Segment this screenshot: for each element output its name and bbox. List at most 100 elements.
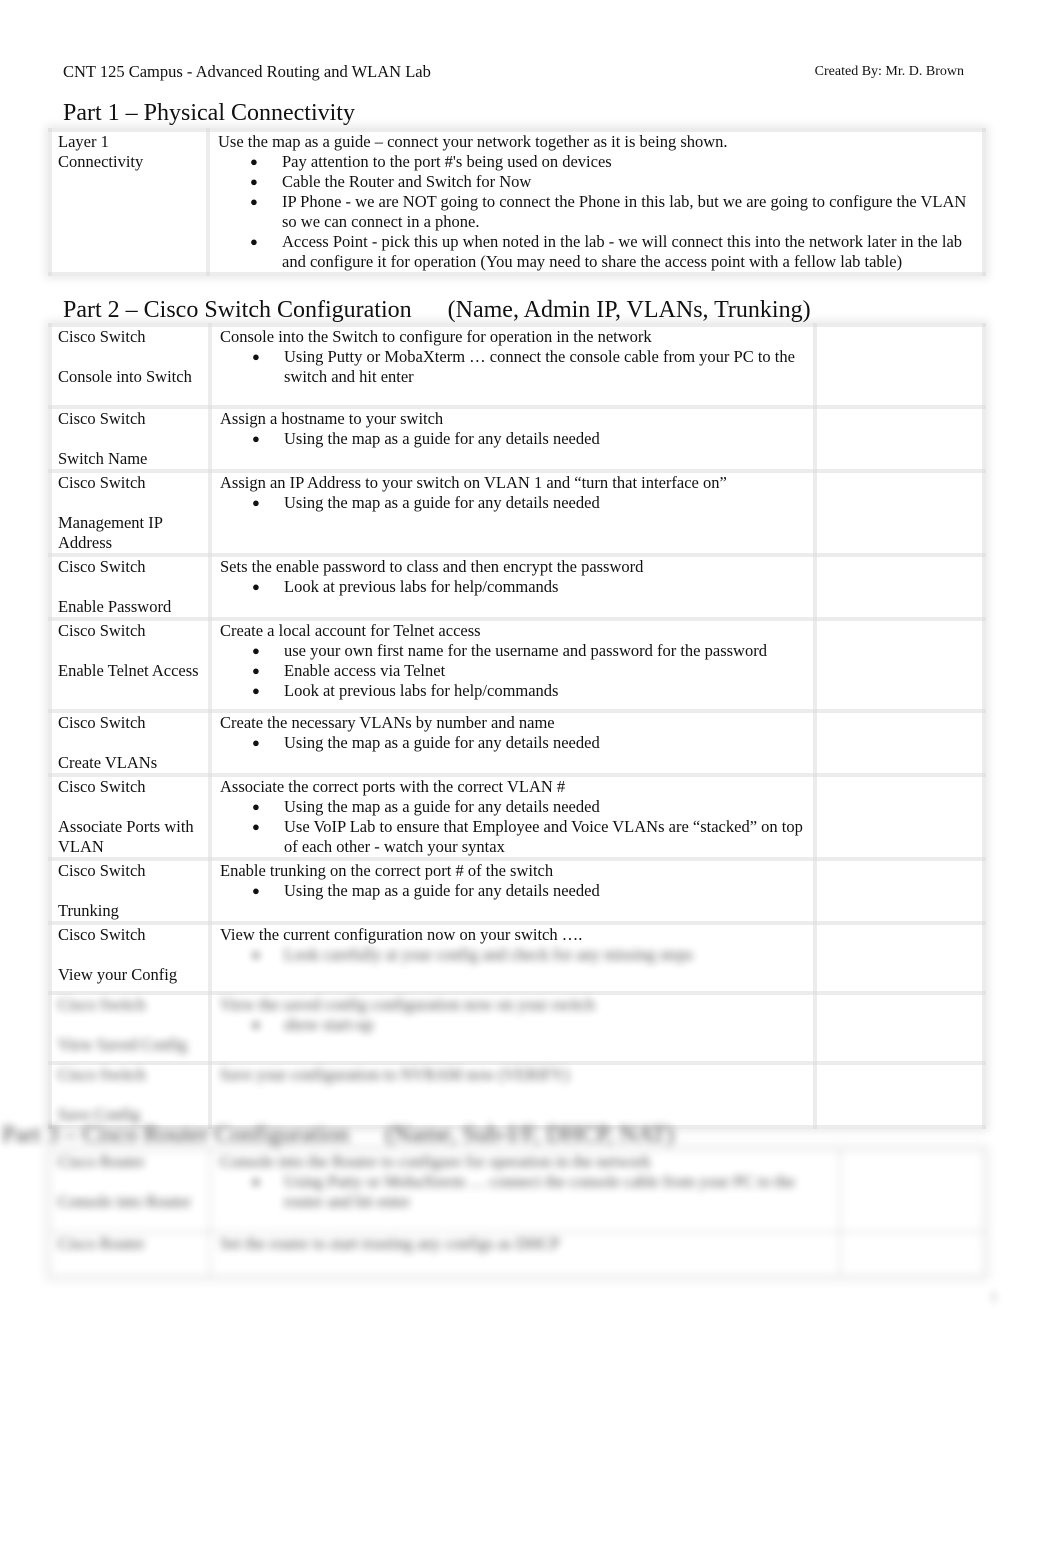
table-row: Cisco Switch Management IP Address Assign …	[48, 469, 986, 557]
row-description: Assign a hostname to your switch	[220, 409, 444, 428]
row-label-cell: Cisco Switch Create VLANs	[48, 709, 212, 777]
row-device-label: Cisco Switch	[58, 995, 146, 1014]
row-description: Save your configuration to NVRAM now (VE…	[220, 1065, 570, 1084]
row-device-label: Cisco Switch	[58, 473, 146, 492]
row-device-label: Cisco Switch	[58, 925, 146, 944]
row-description: Create the necessary VLANs by number and…	[220, 713, 555, 732]
row-notes-cell	[813, 617, 986, 713]
row-notes-cell	[813, 553, 986, 621]
table-row: Cisco Switch Console into Switch Console …	[48, 323, 986, 409]
row-description: Enable trunking on the correct port # of…	[220, 861, 554, 880]
part3-table: Cisco Router Console into Router Console …	[48, 1148, 986, 1278]
table-row: Cisco Switch Associate Ports with VLAN Ass…	[48, 773, 986, 861]
row-notes-cell	[838, 1148, 986, 1234]
row-notes-cell	[813, 773, 986, 861]
bullet-item: IP Phone - we are NOT going to connect t…	[250, 192, 982, 232]
row-task-label: Switch Name	[58, 449, 148, 468]
row-content-cell: View the saved config configuration now …	[208, 991, 817, 1065]
table-row: Cisco Switch Enable Password Sets the enab…	[48, 553, 986, 621]
row-device-label: Cisco Switch	[58, 409, 146, 428]
bullet-item: Look at previous labs for help/commands	[252, 577, 813, 597]
row-label-cell: Cisco Router Console into Router	[48, 1148, 212, 1234]
row-content-cell: Set the router to start trusting any con…	[208, 1230, 842, 1278]
bullet-list: Using Putty or MobaXterm … connect the c…	[212, 347, 813, 387]
row-label: Layer 1	[58, 132, 109, 151]
row-device-label: Cisco Switch	[58, 861, 146, 880]
row-notes-cell	[813, 709, 986, 777]
part3-title: Part 3 – Cisco Router Configuration (Nam…	[2, 1122, 675, 1148]
table-row: Cisco Switch View Saved Config View the sa…	[48, 991, 986, 1065]
row-label-cell: Cisco Router	[48, 1230, 212, 1278]
row-device-label: Cisco Router	[58, 1234, 145, 1253]
row-device-label: Cisco Switch	[58, 777, 146, 796]
bullet-item: Pay attention to the port #'s being used…	[250, 152, 982, 172]
table-row: Layer 1 Connectivity Use the map as a gu…	[48, 128, 986, 276]
bullet-item: Using Putty or MobaXterm … connect the c…	[252, 347, 813, 387]
row-device-label: Cisco Switch	[58, 327, 146, 346]
row-content-cell: Assign an IP Address to your switch on V…	[208, 469, 817, 557]
bullet-list: use your own first name for the username…	[212, 641, 813, 701]
table-row: Cisco Switch Switch Name Assign a hostname…	[48, 405, 986, 473]
row-task-label: Console into Router	[58, 1192, 191, 1211]
row-task-label: Console into Switch	[58, 367, 192, 386]
table-row: Cisco Switch View your Config View the cur…	[48, 921, 986, 995]
row-description: Create a local account for Telnet access	[220, 621, 481, 640]
bullet-item: Using the map as a guide for any details…	[252, 733, 813, 753]
bullet-list: Look at previous labs for help/commands	[212, 577, 813, 597]
row-notes-cell	[813, 323, 986, 409]
row-content-cell: Sets the enable password to class and th…	[208, 553, 817, 621]
bullet-item: Access Point - pick this up when noted i…	[250, 232, 982, 272]
row-task-label: Create VLANs	[58, 753, 158, 772]
bullet-item: Using the map as a guide for any details…	[252, 797, 813, 817]
row-content-cell: Enable trunking on the correct port # of…	[208, 857, 817, 925]
row-notes-cell	[838, 1230, 986, 1278]
bullet-list: Using Putty or MobaXterm … connect the c…	[212, 1172, 838, 1212]
row-description: Assign an IP Address to your switch on V…	[220, 473, 727, 492]
table-row: Cisco Switch Save Config Save your configu…	[48, 1061, 986, 1129]
bullet-item: show start-up	[252, 1015, 813, 1035]
row-label-cell: Layer 1 Connectivity	[48, 128, 210, 276]
bullet-list: Using the map as a guide for any details…	[212, 733, 813, 753]
bullet-item: Using Putty or MobaXterm … connect the c…	[252, 1172, 838, 1212]
row-content-cell: Save your configuration to NVRAM now (VE…	[208, 1061, 817, 1129]
row-task-label: Enable Telnet Access	[58, 661, 199, 680]
row-task-label: View your Config	[58, 965, 178, 984]
bullet-item: Using the map as a guide for any details…	[252, 493, 813, 513]
table-row: Cisco Router Set the router to start trus…	[48, 1230, 986, 1278]
row-notes-cell	[813, 991, 986, 1065]
row-description: View the saved config configuration now …	[220, 995, 595, 1014]
bullet-list: show start-up	[212, 1015, 813, 1035]
row-task-label: Associate Ports with VLAN	[58, 817, 194, 856]
row-content-cell: Create a local account for Telnet access…	[208, 617, 817, 713]
row-label-cell: Cisco Switch Enable Password	[48, 553, 212, 621]
part1-title: Part 1 – Physical Connectivity	[63, 100, 355, 126]
row-label-cell: Cisco Switch Associate Ports with VLAN	[48, 773, 212, 861]
row-notes-cell	[813, 857, 986, 925]
row-device-label: Cisco Switch	[58, 1065, 146, 1084]
bullet-list: Look carefully at your config and check …	[212, 945, 813, 965]
row-label-cell: Cisco Switch Trunking	[48, 857, 212, 925]
bullet-item: Cable the Router and Switch for Now	[250, 172, 982, 192]
row-description: View the current configuration now on yo…	[220, 925, 583, 944]
part2-title: Part 2 – Cisco Switch Configuration (Nam…	[63, 297, 811, 323]
row-task-label: Trunking	[58, 901, 119, 920]
row-content-cell: View the current configuration now on yo…	[208, 921, 817, 995]
bullet-list: Pay attention to the port #'s being used…	[210, 152, 982, 272]
row-description: Set the router to start trusting any con…	[220, 1234, 560, 1253]
bullet-list: Using the map as a guide for any details…	[212, 493, 813, 513]
row-notes-cell	[813, 469, 986, 557]
row-label-cell: Cisco Switch Console into Switch	[48, 323, 212, 409]
row-task-label: View Saved Config	[58, 1035, 188, 1054]
row-content-cell: Associate the correct ports with the cor…	[208, 773, 817, 861]
row-content-cell: Create the necessary VLANs by number and…	[208, 709, 817, 777]
row-label-cell: Cisco Switch Switch Name	[48, 405, 212, 473]
part1-table: Layer 1 Connectivity Use the map as a gu…	[48, 128, 986, 276]
bullet-item: Using the map as a guide for any details…	[252, 881, 813, 901]
row-label-cell: Cisco Switch Save Config	[48, 1061, 212, 1129]
bullet-list: Using the map as a guide for any details…	[212, 881, 813, 901]
row-content-cell: Console into the Router to configure for…	[208, 1148, 842, 1234]
page-number: 1	[990, 1290, 997, 1305]
row-description: Console into the Router to configure for…	[220, 1152, 651, 1171]
bullet-list: Using the map as a guide for any details…	[212, 429, 813, 449]
row-description: Associate the correct ports with the cor…	[220, 777, 566, 796]
